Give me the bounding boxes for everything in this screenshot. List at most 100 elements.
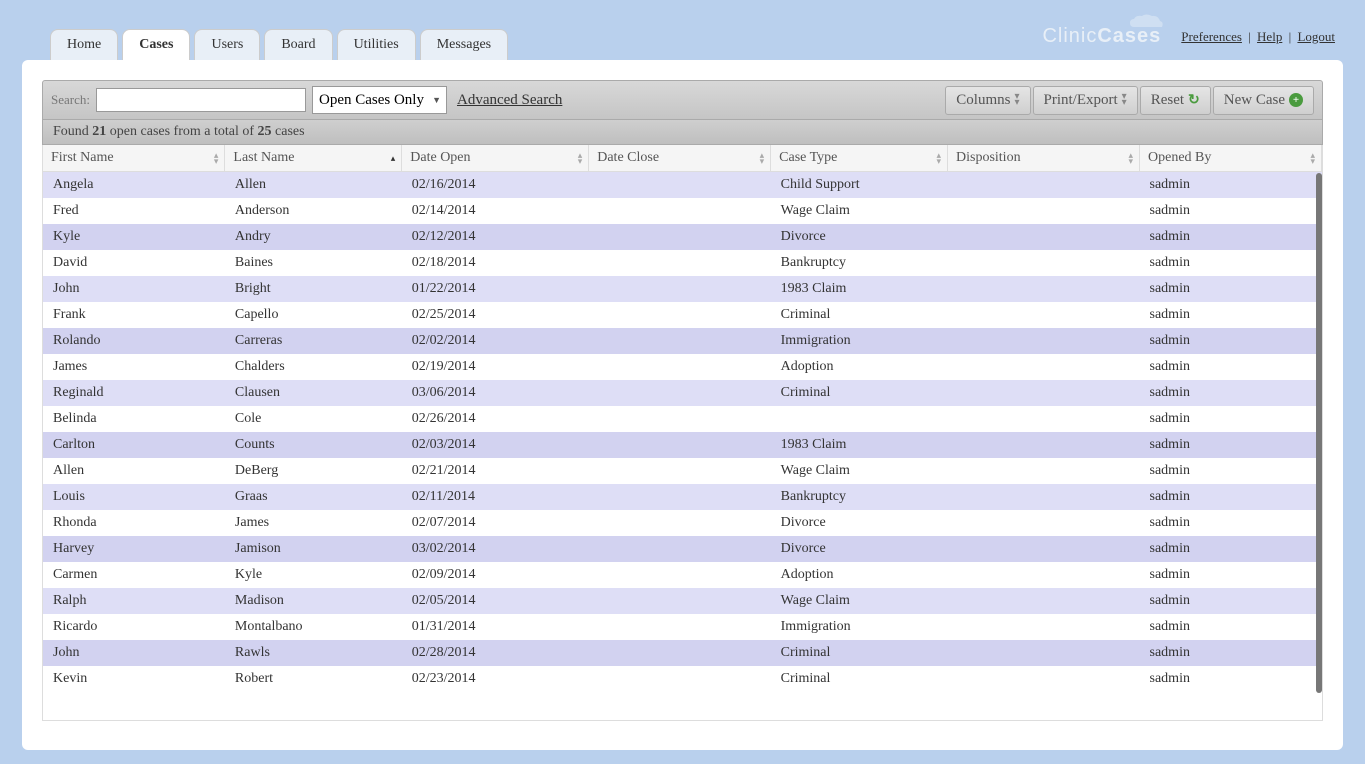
new-case-button[interactable]: New Case + [1213,86,1314,115]
tab-home[interactable]: Home [50,29,118,60]
new-case-label: New Case [1224,92,1285,109]
table-row[interactable]: RhondaJames02/07/2014Divorcesadmin [43,510,1322,536]
preferences-link[interactable]: Preferences [1181,29,1242,44]
results-count: 21 [92,124,106,139]
cell-do: 03/02/2014 [402,536,589,562]
cell-di [948,380,1140,406]
cell-fn: John [43,276,225,302]
search-input[interactable] [96,88,306,112]
help-link[interactable]: Help [1257,29,1282,44]
col-opened-by[interactable]: Opened By▴▾ [1140,145,1322,172]
table-row[interactable]: RalphMadison02/05/2014Wage Claimsadmin [43,588,1322,614]
columns-button[interactable]: Columns ▾▾ [945,86,1030,115]
col-case-type[interactable]: Case Type▴▾ [771,145,948,172]
cell-di [948,666,1140,687]
table-row[interactable]: KyleAndry02/12/2014Divorcesadmin [43,224,1322,250]
cell-ct: 1983 Claim [771,276,948,302]
table-row[interactable]: JamesChalders02/19/2014Adoptionsadmin [43,354,1322,380]
cell-di [948,354,1140,380]
col-date-close[interactable]: Date Close▴▾ [589,145,771,172]
cell-ob: sadmin [1140,432,1322,458]
cell-dc [589,510,771,536]
advanced-search-link[interactable]: Advanced Search [457,92,562,109]
col-first-name[interactable]: First Name▴▾ [43,145,225,172]
tab-utilities[interactable]: Utilities [337,29,416,60]
table-row[interactable]: RolandoCarreras02/02/2014Immigrationsadm… [43,328,1322,354]
cell-ln: Rawls [225,640,402,666]
cell-do: 02/18/2014 [402,250,589,276]
table-row[interactable]: JohnBright01/22/20141983 Claimsadmin [43,276,1322,302]
logo-text-a: Clinic [1042,25,1097,47]
tab-cases[interactable]: Cases [122,29,190,60]
print-export-button[interactable]: Print/Export ▾▾ [1033,86,1138,115]
table-row[interactable]: ReginaldClausen03/06/2014Criminalsadmin [43,380,1322,406]
tab-messages[interactable]: Messages [420,29,508,60]
table-row[interactable]: FrankCapello02/25/2014Criminalsadmin [43,302,1322,328]
cell-fn: Carlton [43,432,225,458]
col-last-name[interactable]: Last Name▴ [225,145,402,172]
table-row[interactable]: BelindaCole02/26/2014sadmin [43,406,1322,432]
cell-ob: sadmin [1140,172,1322,199]
cell-ct: Bankruptcy [771,250,948,276]
cell-ob: sadmin [1140,510,1322,536]
cell-ob: sadmin [1140,640,1322,666]
cell-ob: sadmin [1140,380,1322,406]
cell-dc [589,224,771,250]
col-date-open[interactable]: Date Open▴▾ [402,145,589,172]
table-row[interactable]: JohnRawls02/28/2014Criminalsadmin [43,640,1322,666]
scrollbar[interactable] [1316,173,1322,693]
table-row[interactable]: HarveyJamison03/02/2014Divorcesadmin [43,536,1322,562]
table-row[interactable]: LouisGraas02/11/2014Bankruptcysadmin [43,484,1322,510]
cell-di [948,250,1140,276]
tab-users[interactable]: Users [194,29,260,60]
sort-icon: ▴▾ [214,152,219,164]
cell-di [948,562,1140,588]
cell-dc [589,666,771,687]
cell-dc [589,614,771,640]
cell-ln: Chalders [225,354,402,380]
cell-di [948,172,1140,199]
cell-ln: Cole [225,406,402,432]
content-panel: Search: Open Cases Only Advanced Search … [22,60,1343,750]
cell-fn: Harvey [43,536,225,562]
cell-ct: Divorce [771,510,948,536]
table-header: First Name▴▾ Last Name▴ Date Open▴▾ Date… [43,145,1322,172]
cell-ct: Divorce [771,224,948,250]
cell-ln: Jamison [225,536,402,562]
logout-link[interactable]: Logout [1297,29,1335,44]
header-right: ClinicCases Preferences | Help | Logout [1042,25,1335,60]
cell-ct: 1983 Claim [771,432,948,458]
cell-dc [589,276,771,302]
table-row[interactable]: DavidBaines02/18/2014Bankruptcysadmin [43,250,1322,276]
cell-ct: Criminal [771,666,948,687]
toolbar: Search: Open Cases Only Advanced Search … [42,80,1323,120]
tab-board[interactable]: Board [264,29,332,60]
reset-button[interactable]: Reset ↻ [1140,86,1211,115]
filter-select[interactable]: Open Cases Only [312,86,447,114]
col-disposition[interactable]: Disposition▴▾ [948,145,1140,172]
cloud-icon [1126,13,1166,31]
cell-di [948,588,1140,614]
table-row[interactable]: CarmenKyle02/09/2014Adoptionsadmin [43,562,1322,588]
print-export-label: Print/Export [1044,92,1118,109]
cell-do: 02/21/2014 [402,458,589,484]
cell-di [948,536,1140,562]
table-row[interactable]: FredAnderson02/14/2014Wage Claimsadmin [43,198,1322,224]
sort-icon: ▴▾ [936,152,941,164]
cell-fn: Carmen [43,562,225,588]
table-row[interactable]: AllenDeBerg02/21/2014Wage Claimsadmin [43,458,1322,484]
cell-ct: Wage Claim [771,458,948,484]
cell-fn: Louis [43,484,225,510]
cell-fn: Rolando [43,328,225,354]
cell-dc [589,380,771,406]
cell-dc [589,406,771,432]
table-row[interactable]: KevinRobert02/23/2014Criminalsadmin [43,666,1322,687]
cell-ct: Wage Claim [771,588,948,614]
cell-do: 02/11/2014 [402,484,589,510]
table-row[interactable]: CarltonCounts02/03/20141983 Claimsadmin [43,432,1322,458]
chevron-down-icon: ▾▾ [1014,94,1019,106]
table-row[interactable]: RicardoMontalbano01/31/2014Immigrationsa… [43,614,1322,640]
cell-dc [589,588,771,614]
table-row[interactable]: AngelaAllen02/16/2014Child Supportsadmin [43,172,1322,199]
cell-di [948,406,1140,432]
